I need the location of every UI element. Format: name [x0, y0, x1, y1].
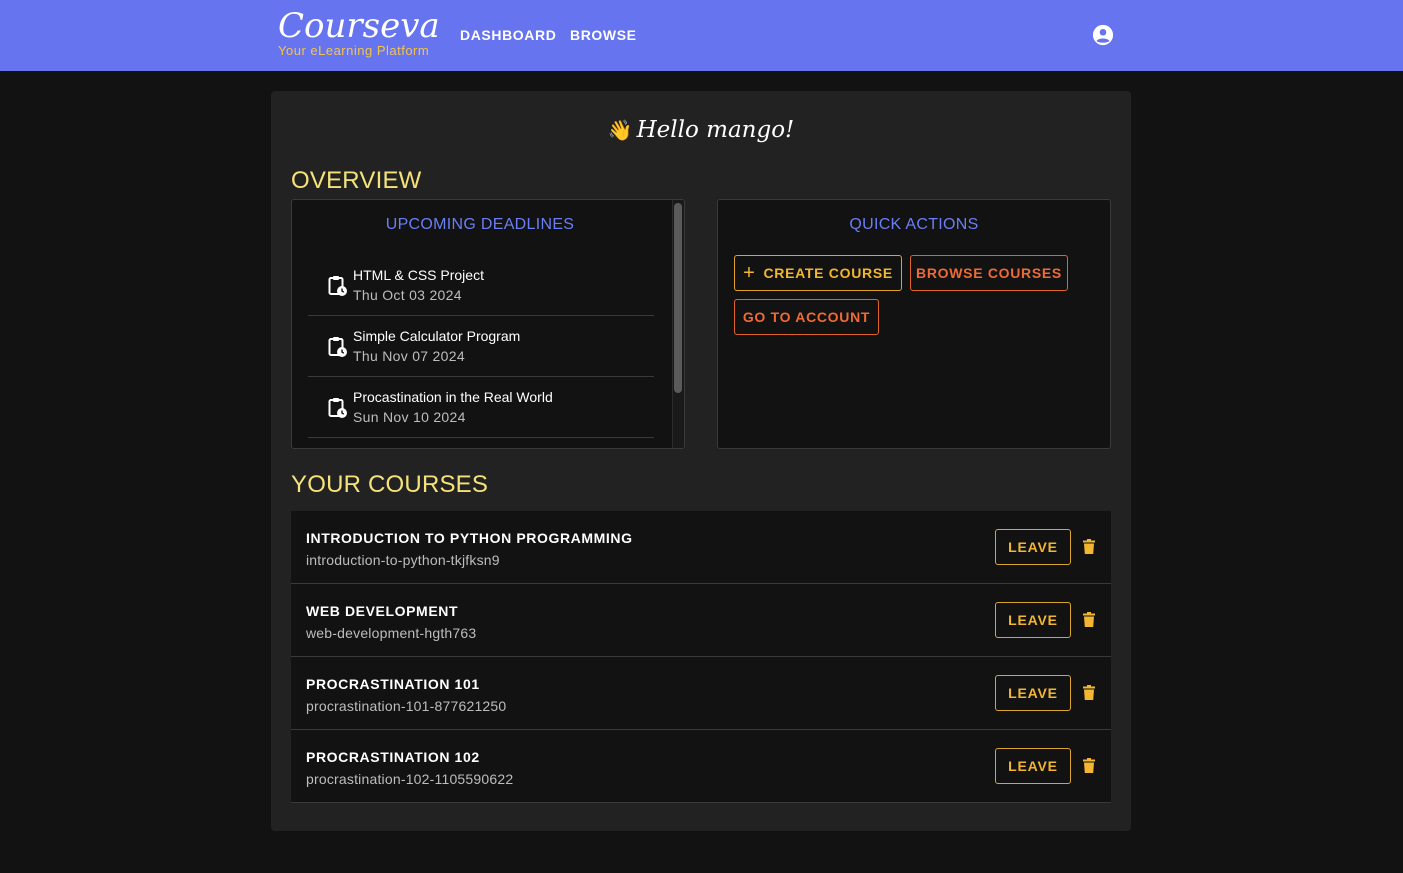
course-slug: web-development-hgth763	[306, 625, 477, 641]
scrollbar-thumb[interactable]	[674, 203, 682, 393]
quick-actions-panel: QUICK ACTIONS + CREATE COURSE BROWSE COUR…	[717, 199, 1111, 449]
plus-icon: +	[743, 262, 756, 284]
overview-title: OVERVIEW	[291, 167, 422, 194]
upcoming-deadlines-panel: UPCOMING DEADLINES HTML & CSS Project Th…	[291, 199, 685, 449]
deadline-name: Procastination in the Real World	[353, 389, 553, 405]
leave-button[interactable]: LEAVE	[995, 602, 1071, 638]
deadline-list: HTML & CSS Project Thu Oct 03 2024 Simpl…	[308, 255, 654, 438]
course-title: PROCRASTINATION 101	[306, 676, 480, 692]
course-slug: introduction-to-python-tkjfksn9	[306, 552, 500, 568]
dashboard-card: 👋 Hello mango! OVERVIEW UPCOMING DEADLINE…	[271, 91, 1131, 831]
course-slug: procrastination-101-877621250	[306, 698, 507, 714]
nav-browse[interactable]: BROWSE	[570, 27, 637, 43]
course-title: INTRODUCTION TO PYTHON PROGRAMMING	[306, 530, 633, 546]
deadline-date: Sun Nov 10 2024	[353, 409, 466, 425]
create-course-label: CREATE COURSE	[763, 265, 893, 281]
course-row[interactable]: PROCRASTINATION 102 procrastination-102-…	[291, 730, 1111, 803]
go-to-account-button[interactable]: GO TO ACCOUNT	[734, 299, 879, 335]
trash-icon[interactable]	[1083, 758, 1095, 773]
your-courses-title: YOUR COURSES	[291, 471, 489, 498]
leave-button[interactable]: LEAVE	[995, 529, 1071, 565]
clipboard-clock-icon	[328, 276, 347, 296]
deadline-name: HTML & CSS Project	[353, 267, 484, 283]
brand-logo[interactable]: Courseva Your eLearning Platform	[278, 6, 440, 58]
trash-icon[interactable]	[1083, 612, 1095, 627]
deadline-name: Simple Calculator Program	[353, 328, 521, 344]
course-title: WEB DEVELOPMENT	[306, 603, 459, 619]
quick-actions-title: QUICK ACTIONS	[849, 216, 979, 233]
clipboard-clock-icon	[328, 398, 347, 418]
course-slug: procrastination-102-1105590622	[306, 771, 514, 787]
trash-icon[interactable]	[1083, 539, 1095, 554]
brand-name: Courseva	[278, 6, 440, 46]
deadline-date: Thu Nov 07 2024	[353, 348, 465, 364]
deadline-item[interactable]: Procastination in the Real World Sun Nov…	[308, 377, 654, 438]
greeting-text: Hello mango!	[636, 117, 795, 143]
clipboard-clock-icon	[328, 337, 347, 357]
course-row[interactable]: INTRODUCTION TO PYTHON PROGRAMMING intro…	[291, 511, 1111, 584]
course-title: PROCRASTINATION 102	[306, 749, 480, 765]
leave-button[interactable]: LEAVE	[995, 748, 1071, 784]
leave-button[interactable]: LEAVE	[995, 675, 1071, 711]
create-course-button[interactable]: + CREATE COURSE	[734, 255, 902, 291]
nav-dashboard[interactable]: DASHBOARD	[460, 27, 556, 43]
top-app-bar: Courseva Your eLearning Platform DASHBOA…	[0, 0, 1403, 71]
trash-icon[interactable]	[1083, 685, 1095, 700]
account-circle-icon[interactable]	[1092, 24, 1114, 46]
course-row[interactable]: WEB DEVELOPMENT web-development-hgth763 …	[291, 584, 1111, 657]
deadline-date: Thu Oct 03 2024	[353, 287, 462, 303]
browse-courses-button[interactable]: BROWSE COURSES	[910, 255, 1068, 291]
waving-hand-icon: 👋	[607, 118, 633, 142]
deadline-item[interactable]: Simple Calculator Program Thu Nov 07 202…	[308, 316, 654, 377]
brand-tagline: Your eLearning Platform	[278, 43, 430, 58]
greeting: 👋 Hello mango!	[271, 113, 1131, 147]
upcoming-deadlines-title: UPCOMING DEADLINES	[385, 216, 575, 233]
deadline-item[interactable]: HTML & CSS Project Thu Oct 03 2024	[308, 255, 654, 316]
course-row[interactable]: PROCRASTINATION 101 procrastination-101-…	[291, 657, 1111, 730]
